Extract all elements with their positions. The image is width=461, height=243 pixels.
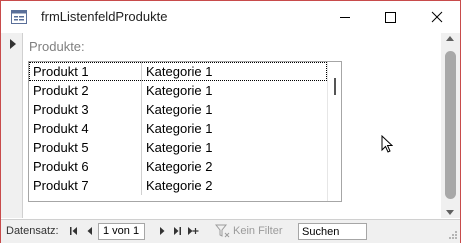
produkte-listbox[interactable]: Produkt 1 Kategorie 1 Produkt 2 Kategori… [28,61,342,202]
new-record-icon[interactable] [187,226,199,236]
filter-status-label[interactable]: Kein Filter [233,225,283,237]
form-detail: Produkte: Produkt 1 Kategorie 1 Produkt … [23,33,441,218]
kategorie-cell: Kategorie 1 [146,121,213,136]
form-window: frmListenfeldProdukte Produkte: Produkt … [0,0,461,243]
produkt-cell: Produkt 4 [33,121,89,136]
kategorie-cell: Kategorie 2 [146,178,213,193]
list-item[interactable]: Produkt 5 Kategorie 1 [29,138,327,157]
list-item[interactable]: Produkt 2 Kategorie 1 [29,81,327,100]
form-vertical-scrollbar[interactable] [441,33,460,218]
scroll-down-arrow-icon[interactable] [446,210,454,215]
record-selector[interactable] [1,33,23,218]
column-divider [141,100,142,119]
first-record-icon[interactable] [70,226,78,236]
funnel-icon[interactable] [215,223,231,239]
scroll-up-arrow-icon[interactable] [446,36,454,41]
listbox-scroll-thumb[interactable] [334,78,336,95]
mouse-pointer-icon [381,135,393,153]
produkt-cell: Produkt 6 [33,159,89,174]
maximize-icon [385,12,396,23]
record-pointer-icon [10,39,16,49]
record-position-value: 1 von 1 [103,225,140,237]
kategorie-cell: Kategorie 1 [146,64,213,79]
column-divider [141,176,142,195]
kategorie-cell: Kategorie 1 [146,102,213,117]
title-bar: frmListenfeldProdukte [1,1,460,33]
produkt-cell: Produkt 3 [33,102,89,117]
produkt-cell: Produkt 2 [33,83,89,98]
record-navigation-bar: Datensatz: 1 von 1 Kein Filter [1,219,460,243]
list-item[interactable]: Produkt 3 Kategorie 1 [29,100,327,119]
close-button[interactable] [414,1,460,33]
kategorie-cell: Kategorie 1 [146,83,213,98]
last-record-icon[interactable] [173,226,181,236]
record-position-field[interactable]: 1 von 1 [98,223,145,240]
column-divider [141,157,142,176]
column-divider [141,62,142,81]
minimize-button[interactable] [322,1,368,33]
kategorie-cell: Kategorie 2 [146,159,213,174]
close-icon [431,11,443,23]
produkt-cell: Produkt 5 [33,140,89,155]
produkt-cell: Produkt 7 [33,178,89,193]
listbox-scrollbar[interactable] [327,62,341,201]
minimize-icon [340,17,350,18]
list-item[interactable]: Produkt 7 Kategorie 2 [29,176,327,195]
form-icon [11,10,27,24]
window-title: frmListenfeldProdukte [41,9,168,24]
column-divider [141,81,142,100]
list-item[interactable]: Produkt 6 Kategorie 2 [29,157,327,176]
column-divider [141,138,142,157]
search-input[interactable] [298,223,367,240]
form-scroll-thumb[interactable] [445,51,456,199]
record-label: Datensatz: [6,225,59,237]
previous-record-icon[interactable] [87,226,93,236]
kategorie-cell: Kategorie 1 [146,140,213,155]
list-item[interactable]: Produkt 1 Kategorie 1 [29,62,327,81]
list-item[interactable]: Produkt 4 Kategorie 1 [29,119,327,138]
produkt-cell: Produkt 1 [33,64,89,79]
column-divider [141,119,142,138]
maximize-button[interactable] [368,1,414,33]
next-record-icon[interactable] [159,226,165,236]
resize-grip-icon[interactable] [448,230,458,240]
produkte-label: Produkte: [29,39,85,54]
